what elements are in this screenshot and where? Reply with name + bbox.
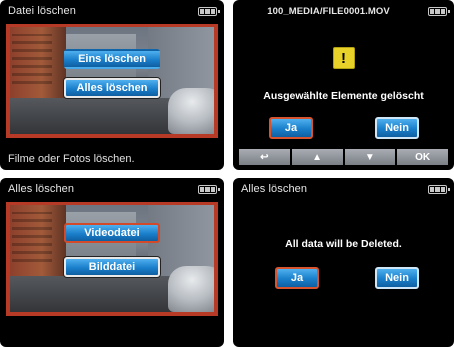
- delete-all-button[interactable]: Alles löschen: [64, 78, 160, 98]
- battery-full-icon: [428, 185, 450, 194]
- nav-bar: ↩ ▲ ▼ OK: [239, 149, 448, 165]
- exclamation-icon: !: [332, 47, 355, 69]
- no-button[interactable]: Nein: [375, 117, 419, 139]
- screen-title: Alles löschen: [241, 183, 308, 195]
- screen-delete-file: Datei löschen Eins löschen Alles löschen…: [0, 0, 224, 170]
- no-button[interactable]: Nein: [375, 267, 419, 289]
- ok-button[interactable]: OK: [397, 149, 448, 165]
- screen-delete-confirm: 100_MEDIA/FILE0001.MOV ! Ausgewählte Ele…: [233, 0, 454, 170]
- image-file-button[interactable]: Bilddatei: [64, 257, 160, 277]
- confirm-message: Ausgewählte Elemente gelöscht: [263, 90, 424, 102]
- battery-full-icon: [198, 185, 220, 194]
- screen-delete-all: Alles löschen Videodatei Bilddatei: [0, 178, 224, 347]
- help-text: Filme oder Fotos löschen.: [8, 153, 135, 165]
- back-icon[interactable]: ↩: [239, 149, 290, 165]
- up-arrow-icon[interactable]: ▲: [291, 149, 343, 165]
- file-path-title: 100_MEDIA/FILE0001.MOV: [267, 6, 390, 17]
- screen-title: Alles löschen: [8, 183, 75, 195]
- battery-full-icon: [428, 7, 450, 16]
- down-arrow-icon[interactable]: ▼: [344, 149, 396, 165]
- delete-one-button[interactable]: Eins löschen: [64, 49, 160, 69]
- confirm-message: All data will be Deleted.: [285, 238, 402, 250]
- screen-delete-all-confirm: Alles löschen All data will be Deleted. …: [233, 178, 454, 347]
- yes-button[interactable]: Ja: [269, 117, 313, 139]
- video-file-button[interactable]: Videodatei: [64, 223, 160, 243]
- battery-full-icon: [198, 7, 220, 16]
- screen-title: Datei löschen: [8, 5, 76, 17]
- yes-button[interactable]: Ja: [275, 267, 319, 289]
